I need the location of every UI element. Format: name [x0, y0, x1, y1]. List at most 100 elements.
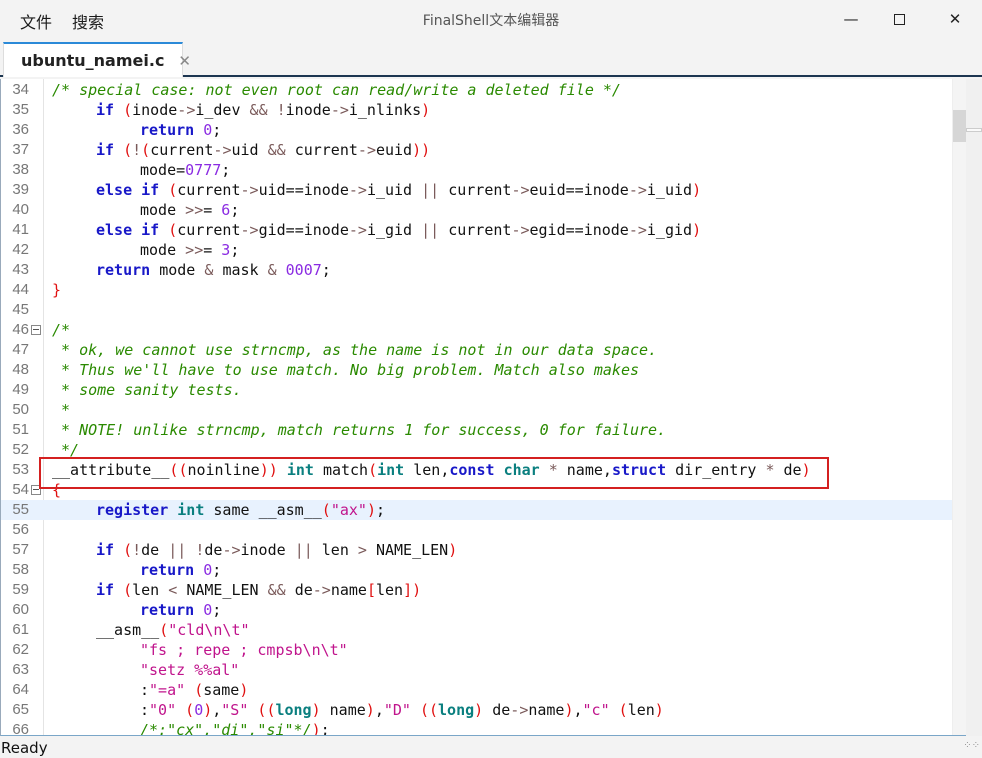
line-code: "setz %%al" — [140, 661, 240, 679]
line-number: 66 — [12, 721, 29, 736]
line-number: 58 — [12, 561, 29, 578]
maximize-button[interactable] — [876, 4, 922, 34]
line-code: if (!(current->uid && current->euid)) — [96, 141, 431, 159]
tab-close-icon[interactable]: ✕ — [178, 52, 191, 70]
line-code: * — [52, 401, 71, 419]
code-line[interactable]: 51 * NOTE! unlike strncmp, match returns… — [1, 420, 952, 440]
code-line[interactable]: 55 register int same __asm__("ax"); — [1, 500, 952, 520]
title-bar: 文件 搜索 FinalShell文本编辑器 — ✕ — [0, 0, 982, 38]
status-bar: Ready ⁘⁘ — [0, 738, 982, 758]
fold-toggle-icon[interactable] — [31, 325, 41, 335]
code-line[interactable]: 66 /*:"cx","di","si"*/); — [1, 720, 952, 736]
code-line[interactable]: 49 * some sanity tests. — [1, 380, 952, 400]
line-number: 64 — [12, 681, 29, 698]
overview-ruler — [966, 79, 982, 736]
code-line[interactable]: 59 if (len < NAME_LEN && de->name[len]) — [1, 580, 952, 600]
scrollbar-thumb[interactable] — [953, 110, 966, 142]
line-code: :"0" (0),"S" ((long) name),"D" ((long) d… — [140, 701, 664, 719]
code-line[interactable]: 56 — [1, 520, 952, 540]
line-code: * ok, we cannot use strncmp, as the name… — [52, 341, 658, 359]
code-line[interactable]: 50 * — [1, 400, 952, 420]
line-code: if (!de || !de->inode || len > NAME_LEN) — [96, 541, 458, 559]
tab-bar: ubuntu_namei.c ✕ — [0, 38, 982, 77]
code-line[interactable]: 57 if (!de || !de->inode || len > NAME_L… — [1, 540, 952, 560]
line-number: 51 — [12, 421, 29, 438]
line-code: "fs ; repe ; cmpsb\n\t" — [140, 641, 348, 659]
highlight-box — [39, 457, 829, 489]
code-line[interactable]: 58 return 0; — [1, 560, 952, 580]
line-code: * Thus we'll have to use match. No big p… — [52, 361, 639, 379]
line-code: :"=a" (same) — [140, 681, 249, 699]
line-number: 50 — [12, 401, 29, 418]
code-line[interactable]: 42 mode >>= 3; — [1, 240, 952, 260]
line-number: 48 — [12, 361, 29, 378]
line-code: mode >>= 6; — [140, 201, 240, 219]
code-line[interactable]: 44} — [1, 280, 952, 300]
line-code: __asm__("cld\n\t" — [96, 621, 250, 639]
code-line[interactable]: 61 __asm__("cld\n\t" — [1, 620, 952, 640]
close-window-button[interactable]: ✕ — [932, 4, 978, 34]
code-line[interactable]: 41 else if (current->gid==inode->i_gid |… — [1, 220, 952, 240]
code-editor[interactable]: 34 /* special case: not even root can rea… — [0, 79, 966, 736]
line-number: 47 — [12, 341, 29, 358]
line-number: 52 — [12, 441, 29, 458]
line-number: 46 — [12, 321, 29, 338]
line-number: 54 — [12, 481, 29, 498]
code-line[interactable]: 38 mode=0777; — [1, 160, 952, 180]
line-code: else if (current->gid==inode->i_gid || c… — [96, 221, 702, 239]
code-line[interactable]: 36 return 0; — [1, 120, 952, 140]
line-code: /*:"cx","di","si"*/); — [140, 721, 330, 736]
line-code: if (inode->i_dev && !inode->i_nlinks) — [96, 101, 431, 119]
line-number: 61 — [12, 621, 29, 638]
line-code: if (len < NAME_LEN && de->name[len]) — [96, 581, 422, 599]
line-number: 59 — [12, 581, 29, 598]
minimize-button[interactable]: — — [828, 4, 874, 34]
code-line[interactable]: 35 if (inode->i_dev && !inode->i_nlinks) — [1, 100, 952, 120]
line-number: 55 — [12, 501, 29, 518]
line-number: 63 — [12, 661, 29, 678]
code-line[interactable]: 65 :"0" (0),"S" ((long) name),"D" ((long… — [1, 700, 952, 720]
code-line[interactable]: 39 else if (current->uid==inode->i_uid |… — [1, 180, 952, 200]
code-line[interactable]: 63 "setz %%al" — [1, 660, 952, 680]
close-icon: ✕ — [948, 10, 962, 28]
line-number: 39 — [12, 181, 29, 198]
code-line[interactable]: 34 /* special case: not even root can rea… — [1, 80, 952, 100]
line-code: mode >>= 3; — [140, 241, 240, 259]
line-code: return 0; — [140, 561, 222, 579]
code-line[interactable]: 46 /* — [1, 320, 952, 340]
line-code: else if (current->uid==inode->i_uid || c… — [96, 181, 702, 199]
line-number: 60 — [12, 601, 29, 618]
line-code: * some sanity tests. — [52, 381, 242, 399]
line-number: 57 — [12, 541, 29, 558]
code-line[interactable]: 64 :"=a" (same) — [1, 680, 952, 700]
code-line[interactable]: 60 return 0; — [1, 600, 952, 620]
code-line[interactable]: 45 — [1, 300, 952, 320]
tab-label: ubuntu_namei.c — [21, 51, 165, 70]
code-line[interactable]: 62 "fs ; repe ; cmpsb\n\t" — [1, 640, 952, 660]
line-code: register int same __asm__("ax"); — [96, 501, 385, 519]
line-number: 49 — [12, 381, 29, 398]
minimize-icon: — — [843, 10, 859, 28]
status-text: Ready — [1, 739, 48, 757]
code-line[interactable]: 40 mode >>= 6; — [1, 200, 952, 220]
line-number: 42 — [12, 241, 29, 258]
line-code: return mode & mask & 0007; — [96, 261, 331, 279]
line-number: 44 — [12, 281, 29, 298]
code-line[interactable]: 48 * Thus we'll have to use match. No bi… — [1, 360, 952, 380]
ruler-marker — [966, 128, 982, 132]
line-number: 53 — [12, 461, 29, 478]
line-code: /* — [52, 321, 71, 339]
code-line[interactable]: 43 return mode & mask & 0007; — [1, 260, 952, 280]
tab-ubuntu-namei[interactable]: ubuntu_namei.c ✕ — [3, 42, 191, 77]
code-line[interactable]: 37 if (!(current->uid && current->euid)) — [1, 140, 952, 160]
line-number: 45 — [12, 301, 29, 318]
line-number: 41 — [12, 221, 29, 238]
line-code: mode=0777; — [140, 161, 231, 179]
line-number: 38 — [12, 161, 29, 178]
line-number: 56 — [12, 521, 29, 538]
resize-grip-icon[interactable]: ⁘⁘ — [963, 736, 980, 756]
maximize-icon — [893, 13, 905, 25]
vertical-scrollbar[interactable] — [952, 79, 966, 735]
code-line[interactable]: 47 * ok, we cannot use strncmp, as the n… — [1, 340, 952, 360]
line-number: 34 — [12, 81, 29, 98]
